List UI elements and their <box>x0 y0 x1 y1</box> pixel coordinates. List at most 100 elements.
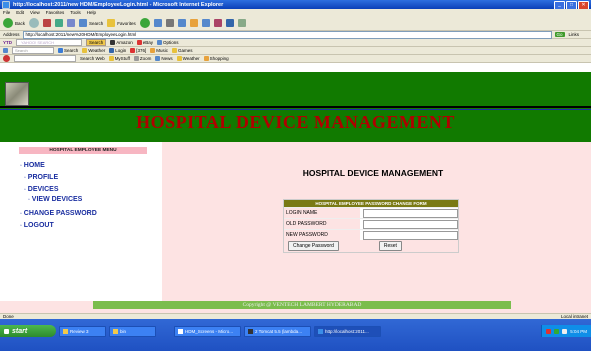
messenger-icon[interactable] <box>201 19 210 27</box>
back-arrow-icon <box>3 18 13 28</box>
ask-logo-icon <box>3 55 10 62</box>
header-divider-black <box>0 106 591 108</box>
news-link[interactable]: News <box>155 56 173 61</box>
search-web-button[interactable]: Search Web <box>80 56 105 61</box>
bullet-icon: ▫ <box>20 162 22 169</box>
login-name-label: LOGIN NAME <box>284 208 360 218</box>
stop-icon[interactable] <box>43 19 52 27</box>
weather-link[interactable]: Weather <box>82 48 105 53</box>
login-link[interactable]: Login <box>109 48 126 53</box>
search-button[interactable]: Search <box>79 19 103 27</box>
task-bin[interactable]: bin <box>109 325 156 337</box>
word-icon <box>178 328 183 334</box>
clock[interactable]: 5:04 PM <box>570 329 587 334</box>
page-footer: Copyright @ VENTECH LAMBERT HYDERABAD <box>93 301 511 309</box>
games-link[interactable]: Games <box>172 48 193 53</box>
old-password-input[interactable] <box>362 219 458 229</box>
mail-icon[interactable] <box>153 19 162 27</box>
tray-icon[interactable] <box>554 328 560 334</box>
news-icon <box>155 56 161 61</box>
ebay-link[interactable]: eBay <box>136 40 153 45</box>
options-icon <box>157 40 163 45</box>
bullet-icon: ▫ <box>24 174 26 181</box>
start-button[interactable]: start <box>0 325 56 337</box>
address-bar: Address http://localhost:2011/new%20HDM/… <box>0 30 591 39</box>
home-icon[interactable] <box>67 19 76 27</box>
yahoo-search-button[interactable]: Search <box>86 39 107 46</box>
research-icon[interactable] <box>213 19 222 27</box>
menu-home[interactable]: ▫ HOME <box>20 162 45 169</box>
form-heading: HOSPITAL EMPLOYEE PASSWORD CHANGE FORM <box>284 200 458 207</box>
refresh-icon[interactable] <box>55 19 64 27</box>
tray-icon[interactable] <box>546 328 552 334</box>
options-link[interactable]: Options <box>157 40 179 45</box>
change-password-button[interactable]: Change Password <box>288 241 339 251</box>
print-icon[interactable] <box>165 19 174 27</box>
msn-search-input[interactable]: Search <box>12 47 54 54</box>
edit-icon[interactable] <box>177 19 186 27</box>
shopping-link[interactable]: Shopping <box>203 56 229 61</box>
menu-profile[interactable]: ▫ PROFILE <box>24 174 58 181</box>
star-icon <box>107 19 116 27</box>
login-name-input[interactable] <box>362 208 458 218</box>
task-word-doc[interactable]: HDM_Screens - Micro... <box>174 325 241 337</box>
mail-count-link[interactable]: [376] <box>130 48 146 53</box>
back-button[interactable]: Back <box>3 18 25 28</box>
yahoo-logo[interactable]: YTD <box>3 40 12 45</box>
weather-icon <box>176 56 182 61</box>
search-icon <box>58 48 63 53</box>
weather2-link[interactable]: Weather <box>176 56 200 61</box>
yahoo-search-input[interactable]: YAHOO! SEARCH <box>16 39 82 46</box>
window-titlebar: http://localhost:2011/new HDM/EmployeeLo… <box>0 0 591 9</box>
task-review3[interactable]: Review 3 <box>59 325 106 337</box>
form-row-login-name: LOGIN NAME <box>284 207 458 218</box>
menu-help[interactable]: Help <box>87 10 96 15</box>
msn-icon <box>3 48 8 53</box>
menu-title: HOSPITAL EMPLOYEE MENU <box>19 147 147 154</box>
menu-file[interactable]: File <box>3 10 10 15</box>
favorites-button[interactable]: Favorites <box>107 19 136 27</box>
mystuff-link[interactable]: MyStuff <box>108 56 130 61</box>
bullet-icon: ▫ <box>20 222 22 229</box>
zoom-link[interactable]: Zoom <box>133 56 151 61</box>
msn-search-button[interactable]: Search <box>58 48 78 53</box>
window-title: http://localhost:2011/new HDM/EmployeeLo… <box>13 1 224 8</box>
task-tomcat[interactable]: 2 Tomcat 5.5 (lambda... <box>244 325 311 337</box>
folder-icon <box>63 328 68 334</box>
menu-logout[interactable]: ▫ LOGOUT <box>20 222 54 229</box>
forward-arrow-icon[interactable] <box>29 18 40 28</box>
search-icon <box>79 19 88 27</box>
tray-icon[interactable] <box>562 328 568 334</box>
menu-favorites[interactable]: Favorites <box>46 10 65 15</box>
ask-toolbar: Search Web MyStuff Zoom News Weather Sho… <box>0 55 591 63</box>
folder-icon[interactable] <box>189 19 198 27</box>
menu-devices[interactable]: ▫ DEVICES <box>24 186 59 193</box>
links-button[interactable]: Links <box>569 32 580 37</box>
menu-edit[interactable]: Edit <box>16 10 24 15</box>
console-icon <box>248 328 253 334</box>
menu-view[interactable]: View <box>30 10 40 15</box>
address-input[interactable]: http://localhost:2011/new%20HDM/Employee… <box>22 30 552 39</box>
tools-icon[interactable] <box>237 19 246 27</box>
games-icon <box>172 48 177 53</box>
menu-tools[interactable]: Tools <box>70 10 81 15</box>
reset-button[interactable]: Reset <box>378 241 402 251</box>
menu-view-devices[interactable]: ▫ VIEW DEVICES <box>28 196 82 203</box>
address-label: Address <box>3 32 20 37</box>
login-icon <box>109 48 115 53</box>
windows-logo-icon <box>4 328 9 334</box>
media-icon[interactable] <box>139 18 150 28</box>
system-tray: 5:04 PM <box>541 325 591 337</box>
taskbar-row: start Review 3 bin HDM_Screens - Micro..… <box>0 325 591 337</box>
new-password-input[interactable] <box>362 230 458 240</box>
music-link[interactable]: Music <box>150 48 168 53</box>
form-row-old-password: OLD PASSWORD <box>284 218 458 229</box>
go-button[interactable]: Go <box>554 32 565 37</box>
task-browser[interactable]: http://localhost:2011... <box>314 325 381 337</box>
ask-search-input[interactable] <box>14 55 76 62</box>
amazon-icon <box>110 40 116 45</box>
menu-change-password[interactable]: ▫ CHANGE PASSWORD <box>20 210 97 217</box>
msn-toolbar: Search Search Weather Login [376] Music … <box>0 47 591 55</box>
amazon-link[interactable]: Amazon <box>110 40 133 45</box>
windows-icon[interactable] <box>225 19 234 27</box>
